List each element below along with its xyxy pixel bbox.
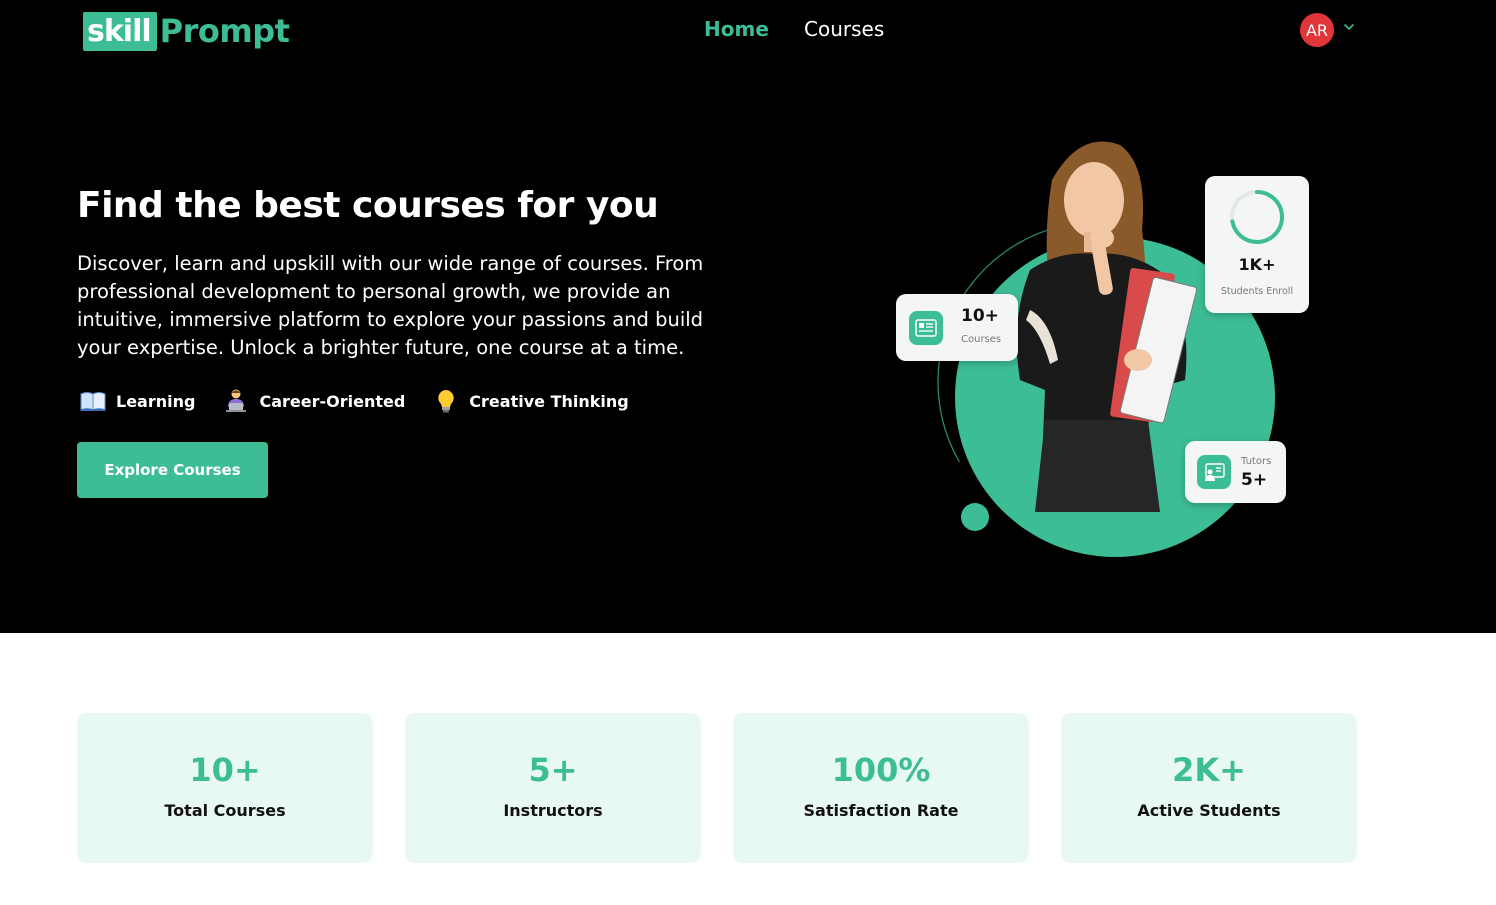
progress-ring xyxy=(1230,190,1284,244)
tutors-stat-card: Tutors 5+ xyxy=(1185,441,1286,503)
stats-section: 10+ Total Courses 5+ Instructors 100% Sa… xyxy=(77,713,1357,863)
user-avatar[interactable]: AR xyxy=(1300,13,1334,47)
stat-total-courses: 10+ Total Courses xyxy=(77,713,373,863)
nav-courses-link[interactable]: Courses xyxy=(804,17,884,41)
book-icon xyxy=(80,388,106,414)
tag-label: Learning xyxy=(116,391,196,411)
hero-description: Discover, learn and upskill with our wid… xyxy=(77,252,704,359)
stat-value: 10+ xyxy=(189,750,261,789)
tag-label: Creative Thinking xyxy=(469,391,629,411)
courses-card-label: Courses xyxy=(961,334,1002,345)
courses-stat-card: 10+ Courses xyxy=(896,294,1018,361)
logo[interactable]: skill Prompt xyxy=(83,11,290,51)
course-list-icon xyxy=(909,311,943,345)
lightbulb-icon xyxy=(433,388,459,414)
chevron-down-icon[interactable] xyxy=(1341,19,1357,35)
logo-part-prompt: Prompt xyxy=(159,12,290,50)
hero-title: Find the best courses for you xyxy=(77,185,659,226)
person-laptop-icon xyxy=(223,388,249,414)
tutor-icon xyxy=(1197,455,1231,489)
stat-label: Active Students xyxy=(1137,800,1281,820)
tag-creative-thinking: Creative Thinking xyxy=(433,388,629,414)
tutors-card-value: 5+ xyxy=(1241,470,1268,490)
students-card-label: Students Enroll xyxy=(1220,286,1294,297)
stat-satisfaction-rate: 100% Satisfaction Rate xyxy=(733,713,1029,863)
stat-value: 5+ xyxy=(528,750,578,789)
stat-value: 2K+ xyxy=(1172,750,1246,789)
stat-active-students: 2K+ Active Students xyxy=(1061,713,1357,863)
tag-learning: Learning xyxy=(80,388,195,414)
tag-career-oriented: Career-Oriented xyxy=(223,388,405,414)
nav-home-link[interactable]: Home xyxy=(704,17,769,41)
explore-courses-button[interactable]: Explore Courses xyxy=(77,442,268,498)
logo-part-skill: skill xyxy=(83,11,157,51)
students-card-value: 1K+ xyxy=(1238,255,1276,274)
stat-label: Instructors xyxy=(503,800,603,820)
students-stat-card: 1K+ Students Enroll xyxy=(1205,176,1309,313)
feature-tags: Learning Career-Oriented Creative Thinki… xyxy=(80,388,657,414)
hero-illustration: 10+ Courses 1K+ Students Enroll Tutors 5… xyxy=(880,120,1340,580)
hero-section: skill Prompt Home Courses AR Find the be… xyxy=(0,0,1496,633)
tutors-card-label: Tutors xyxy=(1241,456,1272,467)
tag-label: Career-Oriented xyxy=(259,391,406,411)
stat-value: 100% xyxy=(831,750,931,789)
stat-label: Total Courses xyxy=(164,800,286,820)
stat-label: Satisfaction Rate xyxy=(803,800,959,820)
stat-instructors: 5+ Instructors xyxy=(405,713,701,863)
courses-card-value: 10+ xyxy=(961,306,999,326)
